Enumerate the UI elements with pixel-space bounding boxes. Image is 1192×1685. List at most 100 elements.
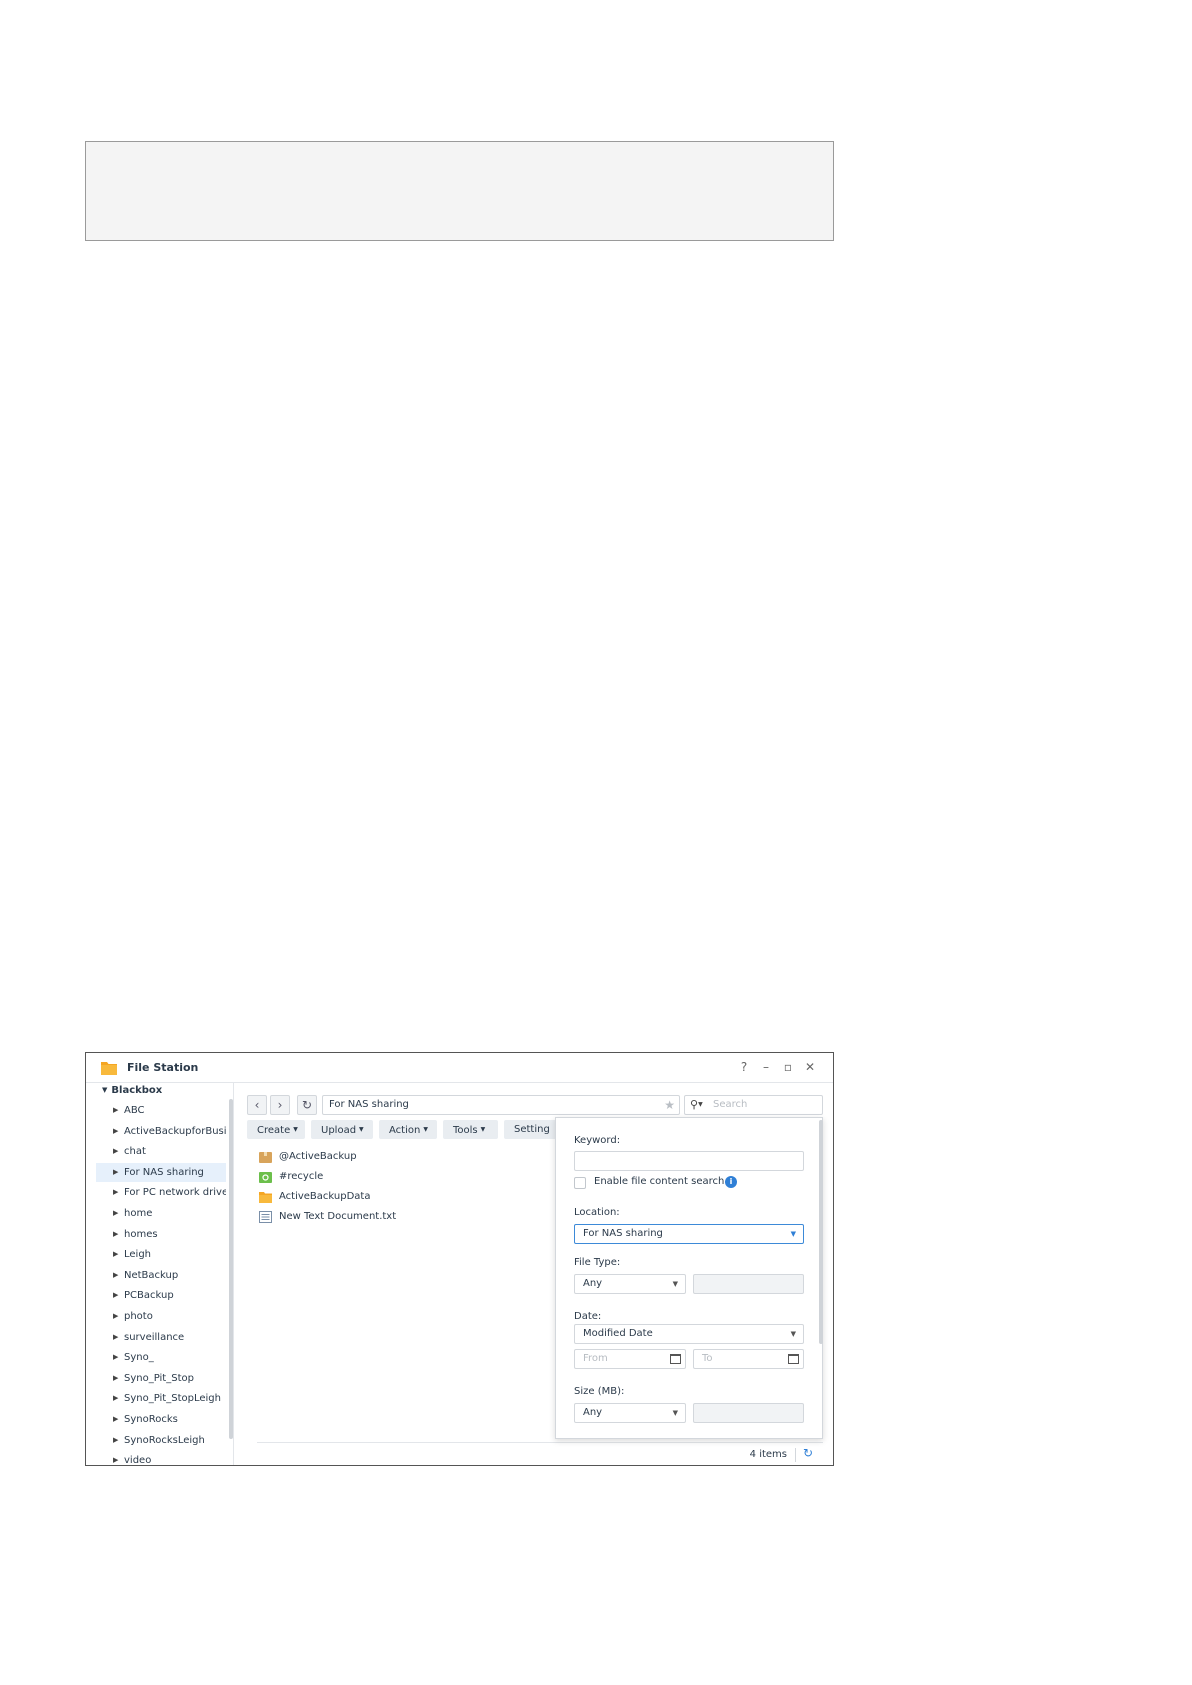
sidebar-item-9[interactable]: ▶ PCBackup — [96, 1286, 226, 1305]
sidebar-item-label: Leigh — [124, 1249, 152, 1261]
sidebar-item-label: For NAS sharing — [124, 1166, 204, 1178]
info-icon[interactable]: i — [725, 1176, 737, 1188]
sidebar-item-1[interactable]: ▶ ActiveBackupforBusiness — [96, 1122, 226, 1141]
content-search-label: Enable file content search — [594, 1176, 725, 1187]
advanced-search-panel: Keyword: Enable file content search i Lo… — [555, 1117, 823, 1439]
create-button[interactable]: Create ▼ — [247, 1120, 305, 1139]
sidebar-item-5[interactable]: ▶ home — [96, 1204, 226, 1223]
close-icon[interactable]: ✕ — [802, 1059, 818, 1075]
sidebar-item-2[interactable]: ▶ chat — [96, 1142, 226, 1161]
size-select[interactable]: Any ▼ — [574, 1403, 686, 1423]
sidebar-item-0[interactable]: ▶ ABC — [96, 1101, 226, 1120]
location-label: Location: — [574, 1207, 620, 1218]
sidebar-item-label: PCBackup — [124, 1290, 174, 1302]
expand-arrow-icon[interactable]: ▶ — [113, 1101, 118, 1120]
sidebar-item-11[interactable]: ▶ surveillance — [96, 1328, 226, 1347]
file-station-icon — [101, 1062, 117, 1075]
upload-button[interactable]: Upload ▼ — [311, 1120, 373, 1139]
caret-down-icon: ▼ — [293, 1126, 298, 1133]
expand-arrow-icon[interactable]: ▶ — [113, 1266, 118, 1285]
date-from-input[interactable]: From — [574, 1349, 686, 1369]
sidebar-item-label: NetBackup — [124, 1269, 179, 1281]
date-type-select[interactable]: Modified Date ▼ — [574, 1324, 804, 1344]
forward-button[interactable]: › — [270, 1095, 290, 1115]
chevron-down-icon: ▼ — [790, 1330, 796, 1338]
panel-scrollbar[interactable] — [819, 1120, 823, 1344]
expand-arrow-icon[interactable]: ▶ — [113, 1122, 118, 1141]
chevron-down-icon: ▼ — [672, 1409, 678, 1417]
sidebar-scrollbar[interactable] — [229, 1099, 233, 1439]
expand-arrow-icon[interactable]: ▶ — [113, 1245, 118, 1264]
sidebar-item-label: ABC — [124, 1105, 145, 1116]
chevron-down-icon: ▼ — [790, 1230, 796, 1238]
folder-icon — [259, 1192, 272, 1203]
status-bar: 4 items ↻ — [257, 1442, 823, 1465]
settings-button[interactable]: Setting — [504, 1120, 559, 1139]
sidebar-item-label: surveillance — [124, 1331, 185, 1343]
search-input[interactable]: ⚲▼ Search — [684, 1095, 823, 1115]
caret-down-icon: ▼ — [480, 1126, 486, 1133]
maximize-icon[interactable]: ▫ — [780, 1059, 796, 1075]
keyword-input[interactable] — [574, 1151, 804, 1171]
document-text-box — [85, 141, 834, 241]
sidebar-item-3[interactable]: ▶ For NAS sharing — [96, 1162, 226, 1182]
sidebar-item-14[interactable]: ▶ Syno_Pit_StopLeigh — [96, 1389, 226, 1408]
size-label: Size (MB): — [574, 1386, 625, 1397]
location-select[interactable]: For NAS sharing ▼ — [574, 1224, 804, 1244]
sidebar-item-4[interactable]: ▶ For PC network drive — [96, 1183, 226, 1202]
tree-root-blackbox[interactable]: ▼ Blackbox — [102, 1085, 162, 1096]
sidebar-item-16[interactable]: ▶ SynoRocksLeigh — [96, 1431, 226, 1450]
expand-arrow-icon[interactable]: ▶ — [113, 1225, 118, 1244]
date-to-input[interactable]: To — [693, 1349, 804, 1369]
expand-arrow-icon[interactable]: ▶ — [113, 1389, 118, 1408]
sidebar-item-17[interactable]: ▶ video — [96, 1451, 226, 1465]
sidebar-item-6[interactable]: ▶ homes — [96, 1225, 226, 1244]
help-icon[interactable]: ? — [736, 1059, 752, 1075]
sidebar-item-label: home — [124, 1208, 153, 1219]
minimize-icon[interactable]: – — [758, 1059, 774, 1075]
recycle-folder-icon — [259, 1172, 272, 1183]
sidebar-item-10[interactable]: ▶ photo — [96, 1307, 226, 1326]
tools-button[interactable]: Tools ▼ — [443, 1120, 498, 1139]
expand-arrow-icon[interactable]: ▶ — [113, 1286, 118, 1305]
date-label: Date: — [574, 1311, 602, 1322]
package-folder-icon — [259, 1152, 272, 1163]
sidebar-item-label: For PC network drive — [124, 1187, 226, 1199]
sidebar-item-13[interactable]: ▶ Syno_Pit_Stop — [96, 1369, 226, 1388]
expand-arrow-icon[interactable]: ▶ — [113, 1410, 118, 1429]
expand-arrow-icon[interactable]: ▶ — [113, 1431, 118, 1450]
sidebar-item-15[interactable]: ▶ SynoRocks — [96, 1410, 226, 1429]
star-icon[interactable]: ★ — [664, 1096, 675, 1114]
expand-arrow-icon[interactable]: ▶ — [113, 1369, 118, 1388]
expand-arrow-icon[interactable]: ▶ — [113, 1328, 118, 1347]
expand-arrow-icon[interactable]: ▶ — [113, 1348, 118, 1367]
sidebar-item-label: Syno_Pit_StopLeigh — [124, 1393, 221, 1405]
main-pane: ‹ › ↻ For NAS sharing ★ ⚲▼ Search Create… — [235, 1083, 833, 1465]
file-type-extension-field[interactable] — [693, 1274, 804, 1294]
expand-arrow-icon[interactable]: ▶ — [113, 1163, 118, 1182]
expand-arrow-icon[interactable]: ▶ — [113, 1183, 118, 1202]
keyword-label: Keyword: — [574, 1135, 621, 1146]
sidebar-item-12[interactable]: ▶ Syno_ — [96, 1348, 226, 1367]
back-button[interactable]: ‹ — [247, 1095, 267, 1115]
content-search-checkbox[interactable] — [574, 1177, 586, 1189]
calendar-icon[interactable] — [670, 1354, 681, 1364]
item-count: 4 items — [749, 1449, 787, 1460]
expand-arrow-icon[interactable]: ▶ — [113, 1204, 118, 1223]
calendar-icon[interactable] — [788, 1354, 799, 1364]
sidebar-item-8[interactable]: ▶ NetBackup — [96, 1266, 226, 1285]
path-bar[interactable]: For NAS sharing ★ — [322, 1095, 680, 1115]
sidebar-item-label: SynoRocks — [124, 1414, 178, 1425]
size-value-field[interactable] — [693, 1403, 804, 1423]
sidebar-item-7[interactable]: ▶ Leigh — [96, 1245, 226, 1264]
action-button[interactable]: Action ▼ — [379, 1120, 437, 1139]
refresh-icon[interactable]: ↻ — [803, 1446, 813, 1460]
file-type-select[interactable]: Any ▼ — [574, 1274, 686, 1294]
expand-arrow-icon[interactable]: ▶ — [113, 1451, 118, 1465]
folder-tree: ▼Blackbox ▶ ABC ▶ ActiveBackupforBusiness ▶ c… — [86, 1083, 234, 1465]
expand-arrow-icon[interactable]: ▶ — [113, 1307, 118, 1326]
file-station-window: File Station ? – ▫ ✕ ▼ Blackbox ▶ ABC ▶ Acti… — [85, 1052, 834, 1466]
expand-arrow-icon[interactable]: ▶ — [113, 1142, 118, 1161]
search-icon[interactable]: ⚲▼ — [690, 1096, 703, 1114]
refresh-button[interactable]: ↻ — [297, 1095, 317, 1115]
